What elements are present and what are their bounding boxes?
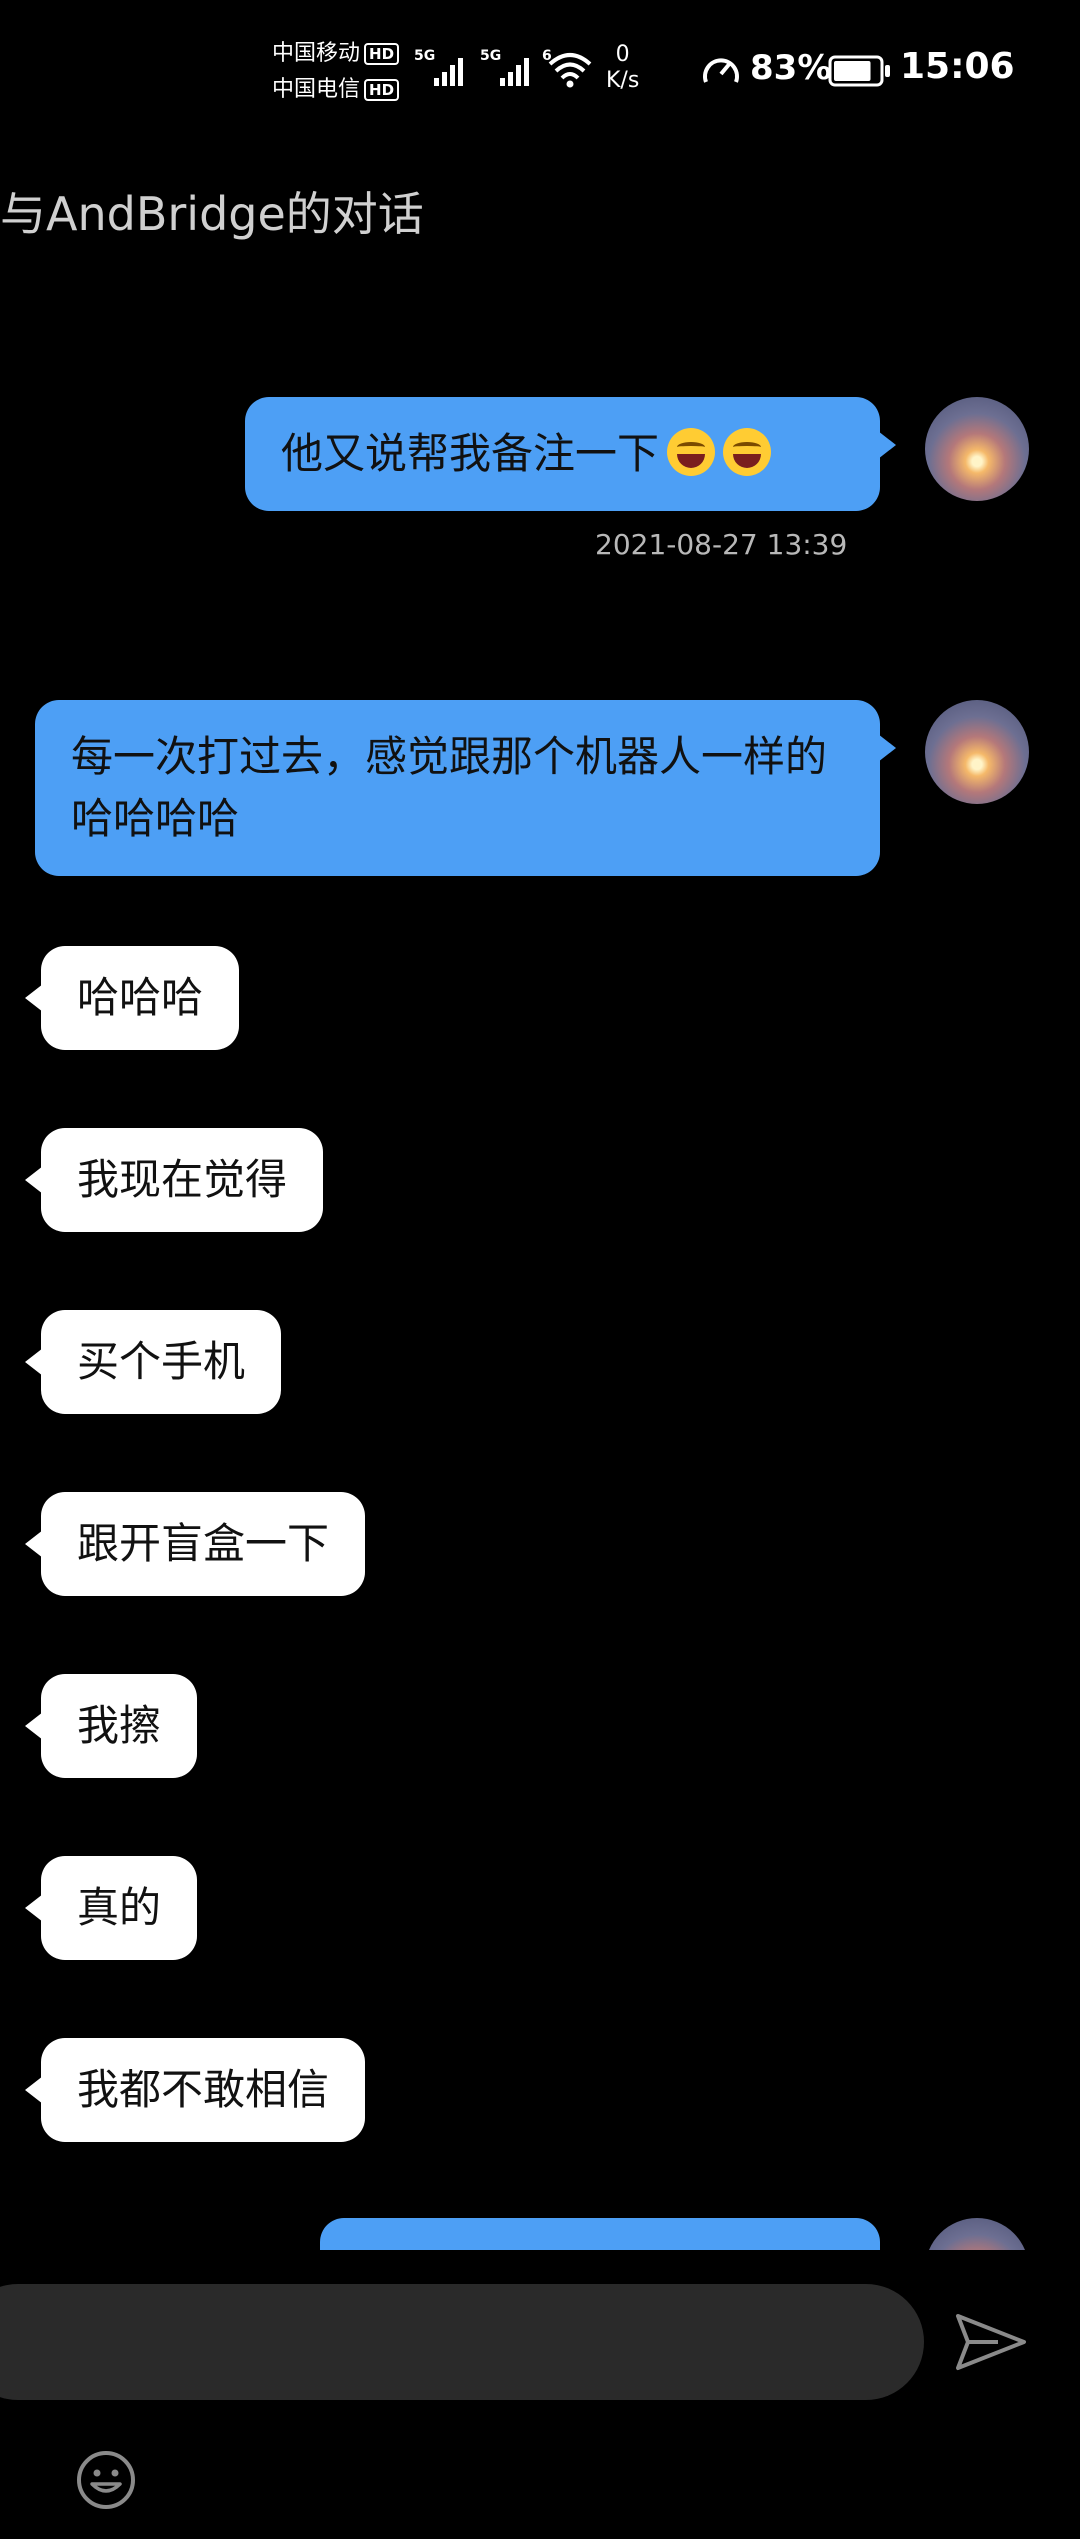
message-bubble-outgoing[interactable]: 每一次打过去，感觉跟那个机器人一样的哈哈哈哈 bbox=[35, 700, 896, 876]
carrier-2: 中国电信 bbox=[272, 77, 361, 102]
wifi-icon: 6 bbox=[542, 48, 592, 88]
message-bubble-incoming[interactable]: 我都不敢相信 bbox=[24, 2038, 366, 2142]
net-type-label: 5G bbox=[414, 48, 435, 64]
message-text: 他又说帮我备注一下 bbox=[281, 429, 660, 478]
message-text: 跟开盲盒一下 bbox=[77, 1519, 330, 1568]
message-text: 我现在觉得 bbox=[77, 1155, 288, 1204]
net-type-label: 5G bbox=[480, 48, 501, 64]
message-bubble-incoming[interactable]: 跟开盲盒一下 bbox=[24, 1492, 366, 1596]
message-bubble-incoming[interactable]: 哈哈哈 bbox=[24, 946, 240, 1050]
message-text: 我都不敢相信 bbox=[77, 2065, 330, 2114]
send-icon[interactable] bbox=[954, 2310, 1030, 2374]
signal-icon-2: 5G bbox=[480, 48, 529, 86]
message-bubble-incoming[interactable]: 买个手机 bbox=[24, 1310, 282, 1414]
network-speed: 0 K/s bbox=[606, 42, 639, 94]
message-text: 真的 bbox=[77, 1883, 162, 1932]
network-speed-value: 0 bbox=[615, 42, 630, 67]
battery-percent: 83% bbox=[750, 48, 832, 88]
message-input[interactable] bbox=[0, 2284, 924, 2400]
battery-icon bbox=[828, 55, 890, 87]
clock: 15:06 bbox=[900, 46, 1015, 87]
speedometer-icon bbox=[703, 58, 739, 83]
message-text: 每一次打过去，感觉跟那个机器人一样的哈哈哈哈 bbox=[71, 732, 828, 843]
avatar[interactable] bbox=[925, 397, 1029, 501]
avatar[interactable] bbox=[925, 2218, 1029, 2250]
hd-badge: HD bbox=[364, 43, 400, 65]
message-bubble-outgoing[interactable]: 他又说帮我备注一下 bbox=[245, 397, 896, 511]
carrier-1: 中国移动 bbox=[272, 41, 361, 66]
avatar[interactable] bbox=[925, 700, 1029, 804]
message-timestamp: 2021-08-27 13:39 bbox=[595, 528, 848, 561]
carrier-info: 中国移动 HD 中国电信 HD bbox=[272, 36, 400, 108]
message-bubble-incoming[interactable]: 我擦 bbox=[24, 1674, 198, 1778]
message-list[interactable]: 他又说帮我备注一下 2021-08-27 13:39 每一次打过去，感觉跟那个机… bbox=[0, 300, 1080, 2250]
laughing-tears-emoji-icon bbox=[723, 428, 772, 476]
message-text: 哈哈哈 bbox=[77, 973, 204, 1022]
message-bubble-incoming[interactable]: 我现在觉得 bbox=[24, 1128, 324, 1232]
message-bubble-outgoing[interactable] bbox=[320, 2218, 880, 2250]
message-text: 买个手机 bbox=[77, 1337, 246, 1386]
laughing-tears-emoji-icon bbox=[667, 428, 716, 476]
status-bar: 中国移动 HD 中国电信 HD 5G 5G 6 0 K/s 83% 15:06 bbox=[0, 0, 1080, 140]
signal-icon: 5G bbox=[414, 48, 463, 86]
message-bubble-incoming[interactable]: 真的 bbox=[24, 1856, 198, 1960]
conversation-title: 与AndBridge的对话 bbox=[0, 187, 424, 241]
message-text: 我擦 bbox=[77, 1701, 162, 1750]
emoji-icon[interactable] bbox=[74, 2448, 138, 2512]
network-speed-unit: K/s bbox=[606, 68, 640, 93]
hd-badge: HD bbox=[364, 79, 400, 101]
